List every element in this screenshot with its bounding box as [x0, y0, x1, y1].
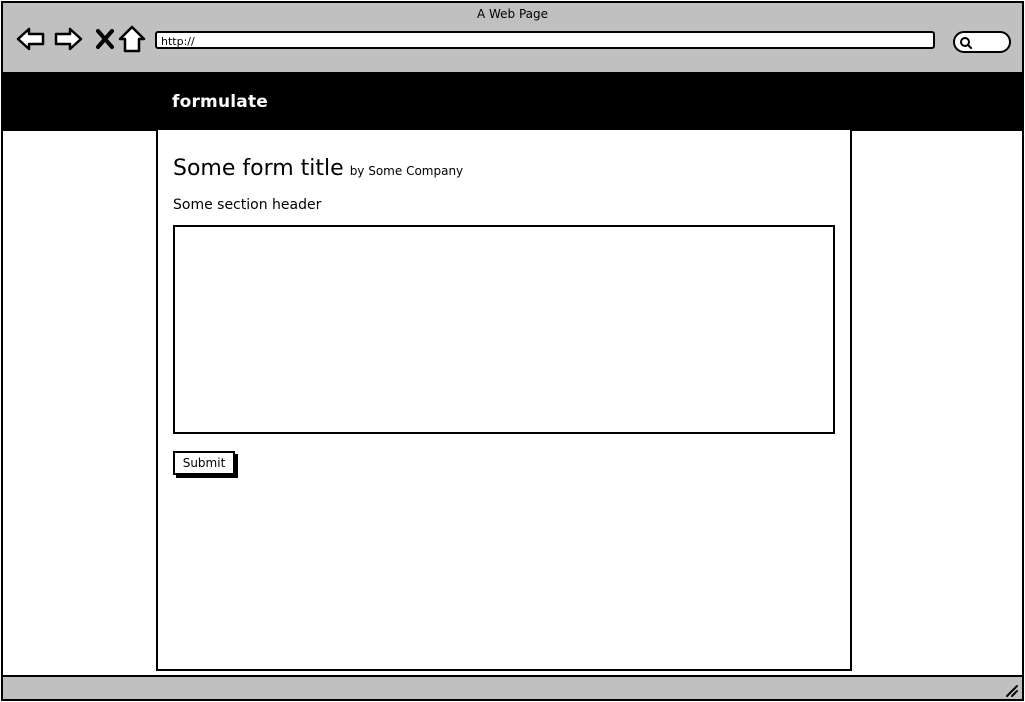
app-header: formulate: [3, 74, 1022, 131]
browser-window: A Web Page http:// formulate Some form t…: [1, 1, 1024, 701]
back-arrow-icon[interactable]: [15, 23, 47, 55]
form-title-line: Some form title by Some Company: [173, 156, 463, 181]
form-title: Some form title: [173, 156, 344, 181]
window-title: A Web Page: [476, 7, 549, 21]
search-icon: [960, 37, 972, 49]
section-header: Some section header: [173, 197, 322, 213]
brand-logo[interactable]: formulate: [172, 92, 268, 112]
browser-toolbar: A Web Page http://: [3, 3, 1022, 74]
submit-button[interactable]: Submit: [173, 451, 235, 475]
home-icon[interactable]: [116, 23, 148, 55]
url-bar[interactable]: http://: [155, 31, 935, 49]
status-bar: [3, 675, 1022, 699]
form-container: Some form title by Some Company Some sect…: [156, 130, 852, 671]
form-textarea[interactable]: [173, 225, 835, 434]
form-byline: by Some Company: [349, 164, 464, 178]
search-box[interactable]: [953, 31, 1011, 53]
resize-grip-icon[interactable]: [1004, 683, 1018, 697]
forward-arrow-icon[interactable]: [52, 23, 84, 55]
